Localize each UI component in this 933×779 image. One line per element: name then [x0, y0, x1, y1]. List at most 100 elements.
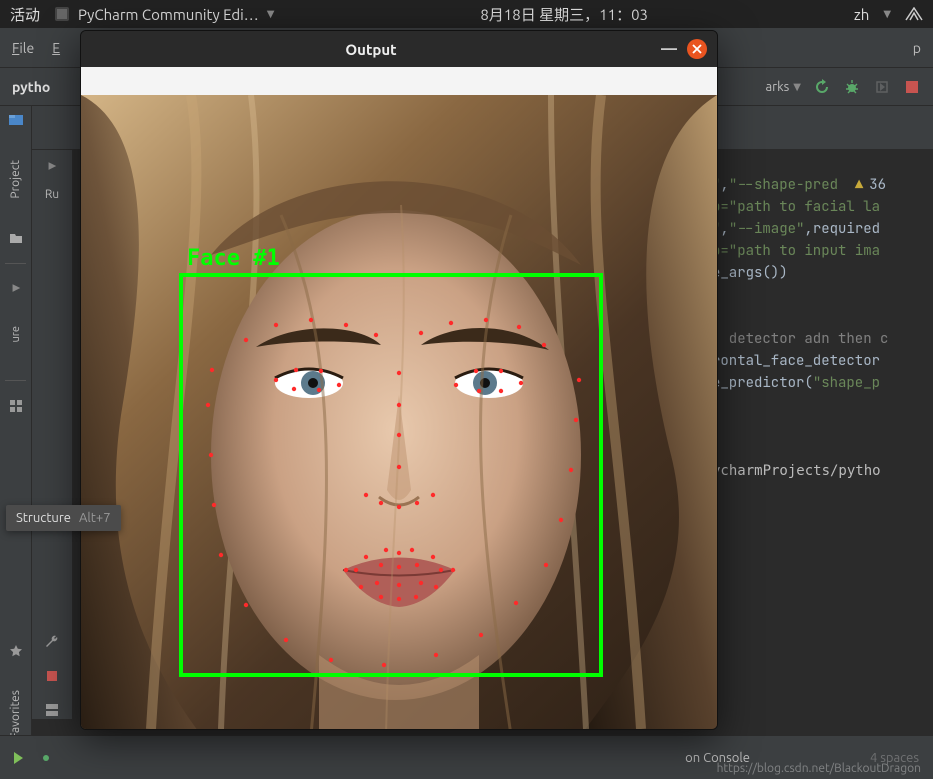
output-window-menu[interactable]: [81, 67, 717, 95]
menu-edit[interactable]: E: [52, 40, 60, 56]
run-config-dropdown[interactable]: arks ▼: [765, 80, 801, 94]
run-coverage-button[interactable]: [873, 78, 891, 96]
chevron-right-icon[interactable]: ▼: [9, 284, 21, 292]
breadcrumb-project[interactable]: pytho: [12, 79, 50, 95]
minimize-button[interactable]: —: [661, 40, 677, 58]
code-token: e_args()): [712, 264, 788, 282]
landmark-point: [519, 381, 523, 385]
structure-tool-label-short[interactable]: ure: [10, 326, 22, 343]
code-token: ,: [720, 176, 728, 194]
landmark-point: [414, 595, 418, 599]
landmark-point: [434, 585, 438, 589]
landmark-point: [397, 565, 401, 569]
run-label-short[interactable]: Ru: [45, 188, 59, 201]
landmark-point: [284, 638, 288, 642]
active-app-indicator[interactable]: PyCharm Community Edi… ▼: [54, 6, 274, 23]
activities-label[interactable]: 活动: [10, 4, 40, 25]
landmark-point: [477, 389, 481, 393]
wrench-icon[interactable]: [43, 633, 61, 651]
menu-help[interactable]: p: [913, 40, 921, 56]
landmark-point: [499, 389, 503, 393]
landmark-point: [379, 563, 383, 567]
folder-icon[interactable]: [9, 231, 23, 245]
landmark-point: [577, 378, 581, 382]
landmark-point: [454, 383, 458, 387]
landmark-point: [317, 388, 321, 392]
landmark-point: [451, 568, 455, 572]
landmark-point: [559, 518, 563, 522]
left-tool-strip: Project ▼ ure Favorites: [0, 106, 32, 759]
landmark-point: [274, 323, 278, 327]
landmark-point: [329, 658, 333, 662]
landmark-point: [434, 653, 438, 657]
code-token: p="path to input ima: [712, 242, 880, 260]
layout-icon[interactable]: [9, 399, 23, 413]
watermark: https://blog.csdn.net/BlackoutDragon: [717, 762, 921, 775]
close-icon: [692, 44, 702, 54]
landmark-point: [344, 568, 348, 572]
landmark-point: [244, 603, 248, 607]
chevron-down-icon: ▼: [267, 8, 275, 20]
landmark-point: [517, 325, 521, 329]
code-token: "--shape-pred: [729, 176, 838, 194]
run-icon[interactable]: [14, 752, 23, 764]
clock-label[interactable]: 8月18日 星期三，11：03: [480, 4, 648, 25]
favorites-tool-label[interactable]: Favorites: [9, 690, 22, 739]
landmark-point: [337, 383, 341, 387]
face-box-label: Face #1: [187, 246, 280, 271]
code-token: p="path to facial la: [712, 198, 880, 216]
output-window[interactable]: Output —: [80, 30, 718, 730]
warning-icon: ▲: [855, 174, 863, 196]
landmark-point: [542, 343, 546, 347]
landmark-point: [514, 601, 518, 605]
landmark-point: [419, 581, 423, 585]
chevron-right-icon[interactable]: ▼: [46, 162, 58, 170]
landmark-point: [206, 403, 210, 407]
status-dot-icon: [43, 755, 49, 761]
landmark-point: [479, 633, 483, 637]
code-comment: detector adn then c: [712, 330, 888, 348]
rerun-button[interactable]: [813, 78, 831, 96]
star-icon[interactable]: [9, 644, 23, 658]
run-output-path: ycharmProjects/pytho: [712, 463, 881, 479]
code-token: "shape_p: [813, 374, 880, 392]
run-config-label: arks: [765, 80, 789, 94]
project-tool-label[interactable]: Project: [9, 160, 22, 199]
stop-button[interactable]: [903, 78, 921, 96]
landmark-point: [397, 465, 401, 469]
chevron-down-icon: ▼: [793, 81, 801, 93]
stop-icon-small[interactable]: [43, 667, 61, 685]
input-language-indicator[interactable]: zh: [854, 6, 869, 23]
code-token: "--image": [729, 220, 805, 238]
warning-count: 36: [869, 174, 886, 196]
landmark-point: [397, 551, 401, 555]
code-token: rontal_face_detector: [712, 352, 880, 370]
structure-tooltip: Structure Alt+7: [6, 505, 121, 531]
network-icon[interactable]: [905, 7, 923, 21]
debug-button[interactable]: [843, 78, 861, 96]
landmark-point: [344, 323, 348, 327]
landmark-point: [244, 338, 248, 342]
landmark-point: [382, 663, 386, 667]
landmark-point: [484, 318, 488, 322]
landmark-point: [574, 418, 578, 422]
project-icon[interactable]: [8, 112, 24, 128]
code-token: ,required: [804, 220, 880, 238]
landmark-point: [397, 371, 401, 375]
menu-file[interactable]: FFileile: [12, 40, 34, 56]
landmark-point: [439, 568, 443, 572]
output-window-titlebar[interactable]: Output —: [81, 31, 717, 67]
layout-icon[interactable]: [43, 701, 61, 719]
landmark-point: [364, 493, 368, 497]
landmark-point: [309, 318, 313, 322]
output-window-title: Output: [81, 41, 661, 58]
landmark-point: [212, 503, 216, 507]
landmark-point: [410, 548, 414, 552]
close-button[interactable]: [687, 39, 707, 59]
landmark-point: [431, 555, 435, 559]
landmark-point: [379, 501, 383, 505]
landmark-point: [210, 368, 214, 372]
landmark-point: [359, 585, 363, 589]
inspection-warning[interactable]: ▲ 36: [855, 174, 886, 196]
landmark-point: [294, 368, 298, 372]
